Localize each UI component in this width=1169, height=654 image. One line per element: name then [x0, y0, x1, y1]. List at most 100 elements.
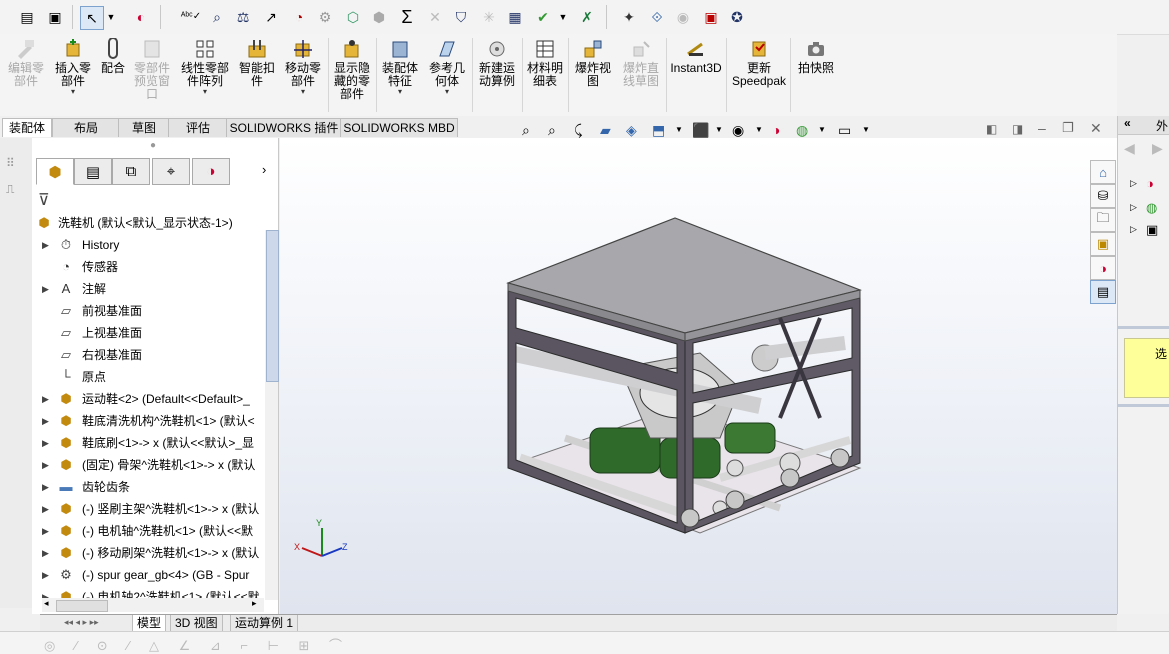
tab-3d-view[interactable]: 3D 视图: [170, 615, 223, 632]
mate-button[interactable]: 配合: [98, 38, 128, 75]
forward-icon[interactable]: ▶: [1152, 140, 1163, 157]
assembly-model[interactable]: [280, 138, 1117, 614]
file-explorer-tab[interactable]: 🗀: [1090, 208, 1116, 232]
tab-solidworks-mbd[interactable]: SOLIDWORKS MBD: [340, 118, 458, 137]
help-icon[interactable]: ✪: [726, 6, 748, 28]
expand-arrow-icon[interactable]: ▶: [42, 454, 49, 476]
linear-pattern-dropdown-icon[interactable]: ▾: [176, 88, 234, 96]
graphics-viewport[interactable]: Y X Z: [280, 138, 1117, 614]
hide-show-items-icon[interactable]: ◉: [732, 122, 744, 139]
scroll-thumb[interactable]: [266, 230, 279, 382]
circle-check-icon[interactable]: ◉: [672, 6, 694, 28]
apply-scene-icon[interactable]: ◍: [796, 122, 808, 139]
calendar-icon[interactable]: ▣: [700, 6, 722, 28]
expand-arrow-icon-3[interactable]: ▷: [1130, 224, 1137, 235]
restore-right-icon[interactable]: ◨: [1012, 122, 1023, 136]
dropdown-icon-2[interactable]: ▼: [556, 6, 570, 28]
expand-arrow-icon[interactable]: ▶: [42, 388, 49, 410]
tab-sketch[interactable]: 草图: [118, 118, 170, 137]
tab-model[interactable]: 模型: [132, 615, 167, 632]
component-preview-button[interactable]: 零部件 预览窗 口: [130, 38, 174, 101]
insert-component-dropdown-icon[interactable]: ▾: [50, 88, 96, 96]
step-icon[interactable]: ⎍: [6, 182, 14, 197]
tab-evaluate[interactable]: 评估: [168, 118, 228, 137]
linear-pattern-button[interactable]: 线性零部 件阵列 ▾: [176, 38, 234, 96]
gauge-icon[interactable]: ◔: [288, 6, 310, 28]
gear-icon[interactable]: ⚙: [314, 6, 336, 28]
find-icon[interactable]: ⌕: [206, 6, 228, 28]
exploded-view-button[interactable]: 爆炸视 图: [570, 38, 616, 88]
tab-property-manager[interactable]: ▤: [74, 158, 112, 185]
excel-icon[interactable]: ✗: [576, 6, 598, 28]
palette-icon[interactable]: ✦: [618, 6, 640, 28]
smart-fasteners-button[interactable]: 智能扣 件: [236, 38, 278, 88]
bill-of-materials-button[interactable]: 材料明 细表: [524, 38, 566, 88]
decal-item-icon[interactable]: ▣: [1146, 222, 1158, 238]
tab-motion-study-1[interactable]: 运动算例 1: [230, 615, 299, 632]
custom-properties-tab[interactable]: ▤: [1090, 280, 1116, 304]
sigma-icon[interactable]: Σ: [396, 6, 418, 28]
open-file-icon[interactable]: ▣: [44, 6, 66, 28]
section-view-icon[interactable]: ▰: [600, 122, 611, 139]
insert-component-button[interactable]: 插入零 部件 ▾: [50, 38, 96, 96]
view-orientation-dropdown-icon[interactable]: ▼: [675, 125, 683, 134]
update-speedpak-button[interactable]: 更新 Speedpak: [730, 38, 788, 88]
collapse-icon[interactable]: «: [1124, 116, 1131, 130]
dynamic-annotation-icon[interactable]: ◈: [626, 122, 637, 139]
hscroll-thumb[interactable]: [56, 600, 108, 612]
hide-show-dropdown-icon[interactable]: ▼: [755, 125, 763, 134]
appearance-item-icon[interactable]: ◑: [1146, 176, 1154, 191]
appearances-tab[interactable]: ◑: [1090, 256, 1116, 280]
expand-arrow-icon[interactable]: ▶: [42, 520, 49, 542]
expand-arrow-icon-2[interactable]: ▷: [1130, 202, 1137, 213]
tab-solidworks-addins[interactable]: SOLIDWORKS 插件: [226, 118, 342, 137]
tab-dimxpert-manager[interactable]: ⌖: [152, 158, 190, 185]
back-icon[interactable]: ◀: [1124, 140, 1135, 157]
scroll-tabs-icon[interactable]: ◂◂ ◂ ▸ ▸▸: [64, 617, 99, 628]
minimize-icon[interactable]: –: [1038, 120, 1046, 136]
display-style-icon[interactable]: ⬛: [692, 122, 709, 139]
scene-dropdown-icon[interactable]: ▼: [818, 125, 826, 134]
new-motion-study-button[interactable]: 新建运 动算例: [474, 38, 520, 88]
panel-grip-icon[interactable]: ●: [150, 140, 156, 151]
pattern-icon[interactable]: ⟐: [646, 6, 668, 28]
expand-arrow-icon[interactable]: ▶: [42, 498, 49, 520]
expand-arrow-icon[interactable]: ▶: [42, 234, 49, 256]
restore-left-icon[interactable]: ◧: [986, 122, 997, 136]
maximize-icon[interactable]: ❐: [1062, 120, 1074, 136]
previous-view-icon[interactable]: ⤹: [574, 122, 582, 139]
filter-icon[interactable]: ⊽: [38, 190, 50, 210]
assembly-features-dropdown-icon[interactable]: ▾: [378, 88, 422, 96]
new-file-icon[interactable]: ▤: [16, 6, 38, 28]
show-hidden-components-button[interactable]: 显示隐 藏的零 部件: [330, 38, 374, 101]
tab-configuration-manager[interactable]: ⧉: [112, 158, 150, 185]
instant3d-button[interactable]: Instant3D: [668, 38, 724, 75]
check-icon[interactable]: ✔: [532, 6, 554, 28]
reference-geometry-button[interactable]: 参考几 何体 ▾: [424, 38, 470, 96]
view-settings-dropdown-icon[interactable]: ▼: [862, 125, 870, 134]
spell-check-icon[interactable]: ᴬᵇᶜ✓: [180, 6, 202, 28]
design-library-tab[interactable]: ⛁: [1090, 184, 1116, 208]
tree-horizontal-scrollbar[interactable]: ◂ ▸: [42, 598, 264, 612]
assembly-features-button[interactable]: 装配体 特征 ▾: [378, 38, 422, 96]
edit-component-button[interactable]: 编辑零 部件: [4, 38, 48, 88]
expand-arrow-icon[interactable]: ▶: [42, 564, 49, 586]
expand-arrow-icon[interactable]: ▶: [42, 278, 49, 300]
tab-feature-manager[interactable]: ⬢: [36, 158, 74, 185]
sparkle-icon[interactable]: ✳: [478, 6, 500, 28]
explode-line-sketch-button[interactable]: 爆炸直 线草图: [618, 38, 664, 88]
expand-arrow-icon[interactable]: ▶: [42, 476, 49, 498]
move-component-button[interactable]: 移动零 部件 ▾: [280, 38, 326, 96]
view-orientation-icon[interactable]: ⬒: [652, 122, 665, 139]
sketch-dot-icon[interactable]: ⠿: [6, 156, 15, 170]
shield-icon[interactable]: ⬢: [368, 6, 390, 28]
expand-arrow-icon[interactable]: ▶: [42, 432, 49, 454]
expand-arrow-icon[interactable]: ▶: [42, 542, 49, 564]
dropdown-icon[interactable]: ▼: [104, 6, 118, 28]
reference-geometry-dropdown-icon[interactable]: ▾: [424, 88, 470, 96]
zoom-area-icon[interactable]: ⌕: [548, 122, 556, 139]
tab-layout[interactable]: 布局: [52, 118, 120, 137]
clipboard-icon[interactable]: ▦: [504, 6, 526, 28]
zoom-to-fit-icon[interactable]: ⌕: [522, 122, 530, 139]
chevron-right-icon[interactable]: ›: [262, 162, 266, 177]
